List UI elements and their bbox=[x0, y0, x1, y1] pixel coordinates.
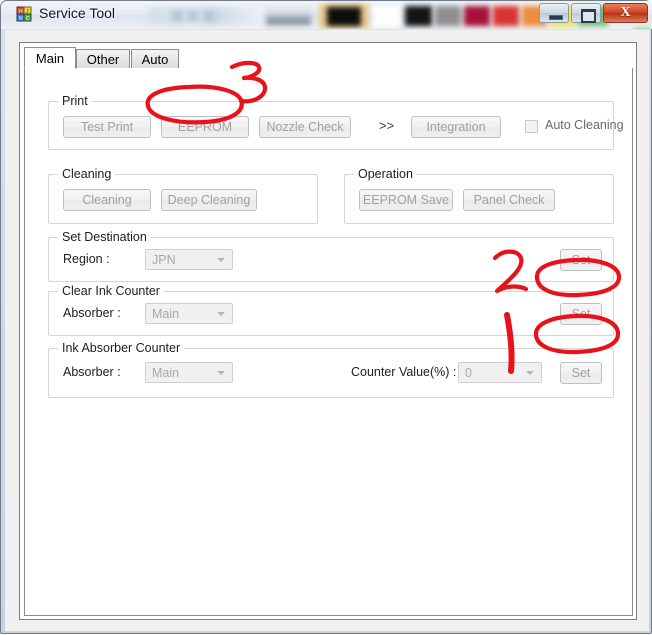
obscured-swatch-3 bbox=[373, 6, 401, 27]
app-blocks-icon: H J N C bbox=[16, 6, 32, 22]
group-operation-title: Operation bbox=[354, 167, 417, 181]
ink-absorber-counter-set-button[interactable]: Set bbox=[560, 362, 602, 384]
counter-value-text: 0 bbox=[465, 365, 472, 380]
service-tool-form: Main Other Auto Print Test Print EEPROM … bbox=[19, 42, 637, 620]
tab-other[interactable]: Other bbox=[76, 49, 130, 69]
svg-text:N: N bbox=[19, 16, 23, 22]
obscured-glyph-c bbox=[203, 10, 215, 22]
application-window: H J N C Service Tool X Main Other Auto P… bbox=[0, 0, 652, 634]
obscured-swatch-0 bbox=[266, 6, 311, 25]
group-set-destination: Set Destination Region : JPN Set bbox=[48, 230, 614, 282]
region-combobox-value: JPN bbox=[152, 252, 176, 267]
group-print: Print Test Print EEPROM Nozzle Check >> … bbox=[48, 94, 624, 150]
panel-check-button[interactable]: Panel Check bbox=[463, 189, 555, 211]
ink-absorber-label: Absorber : bbox=[63, 365, 121, 379]
svg-text:C: C bbox=[26, 16, 30, 22]
maximize-icon bbox=[581, 9, 596, 23]
counter-value-label: Counter Value(%) : bbox=[351, 365, 457, 379]
obscured-swatch-6 bbox=[464, 6, 490, 26]
client-area: Main Other Auto Print Test Print EEPROM … bbox=[5, 30, 649, 631]
auto-cleaning-checkbox[interactable] bbox=[525, 120, 538, 133]
maximize-button[interactable] bbox=[571, 3, 601, 23]
obscured-glyph-b bbox=[187, 10, 199, 22]
obscured-swatch-7 bbox=[493, 6, 519, 26]
tab-main[interactable]: Main bbox=[24, 47, 76, 69]
clear-ink-absorber-combobox[interactable]: Main bbox=[145, 303, 233, 324]
obscured-glyph-a bbox=[171, 10, 183, 22]
group-print-title: Print bbox=[58, 94, 92, 108]
cleaning-button[interactable]: Cleaning bbox=[63, 189, 151, 211]
region-combobox[interactable]: JPN bbox=[145, 249, 233, 270]
eeprom-save-button[interactable]: EEPROM Save bbox=[359, 189, 453, 211]
obscured-swatch-2 bbox=[327, 7, 361, 26]
counter-value-combobox[interactable]: 0 bbox=[458, 362, 542, 383]
tab-auto[interactable]: Auto bbox=[131, 49, 179, 69]
minimize-icon bbox=[549, 15, 563, 20]
group-clear-ink-counter-title: Clear Ink Counter bbox=[58, 284, 164, 298]
eeprom-button[interactable]: EEPROM bbox=[161, 116, 249, 138]
chevron-down-icon bbox=[217, 312, 225, 316]
obscured-swatch-5 bbox=[435, 6, 461, 26]
group-operation: Operation EEPROM Save Panel Check bbox=[344, 167, 614, 224]
group-clear-ink-counter: Clear Ink Counter Absorber : Main Set bbox=[48, 284, 614, 336]
clear-ink-absorber-label: Absorber : bbox=[63, 306, 121, 320]
group-ink-absorber-counter-title: Ink Absorber Counter bbox=[58, 341, 185, 355]
test-print-button[interactable]: Test Print bbox=[63, 116, 151, 138]
chevron-down-icon bbox=[526, 371, 534, 375]
auto-cleaning-label: Auto Cleaning bbox=[545, 118, 624, 132]
ink-absorber-value: Main bbox=[152, 365, 180, 380]
clear-ink-absorber-value: Main bbox=[152, 306, 180, 321]
minimize-button[interactable] bbox=[539, 3, 569, 23]
chevron-down-icon bbox=[217, 258, 225, 262]
group-cleaning-title: Cleaning bbox=[58, 167, 116, 181]
integration-button[interactable]: Integration bbox=[411, 116, 501, 138]
title-bar[interactable]: H J N C Service Tool X bbox=[1, 1, 652, 29]
chevron-right-icon: >> bbox=[379, 118, 395, 133]
svg-text:H: H bbox=[19, 9, 23, 15]
group-ink-absorber-counter: Ink Absorber Counter Absorber : Main Cou… bbox=[48, 341, 614, 398]
close-button[interactable]: X bbox=[603, 3, 648, 23]
window-title: Service Tool bbox=[39, 5, 116, 21]
clear-ink-counter-set-button[interactable]: Set bbox=[560, 303, 602, 325]
deep-cleaning-button[interactable]: Deep Cleaning bbox=[161, 189, 257, 211]
group-set-destination-title: Set Destination bbox=[58, 230, 151, 244]
group-cleaning: Cleaning Cleaning Deep Cleaning bbox=[48, 167, 318, 224]
set-destination-set-button[interactable]: Set bbox=[560, 249, 602, 271]
ink-absorber-combobox[interactable]: Main bbox=[145, 362, 233, 383]
obscured-swatch-4 bbox=[405, 6, 432, 26]
nozzle-check-button[interactable]: Nozzle Check bbox=[259, 116, 351, 138]
region-label: Region : bbox=[63, 252, 110, 266]
close-icon: X bbox=[620, 5, 631, 20]
chevron-down-icon bbox=[217, 371, 225, 375]
